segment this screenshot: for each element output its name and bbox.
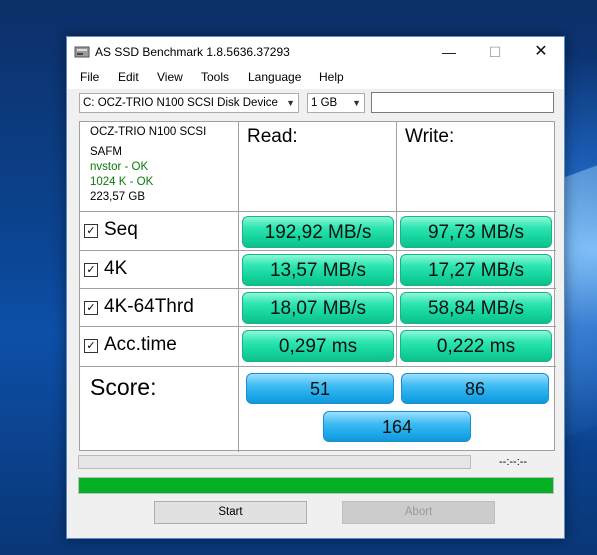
drive-select-value: C: OCZ-TRIO N100 SCSI Disk Device <box>83 97 278 109</box>
menu-file[interactable]: File <box>80 70 99 84</box>
row-acctime-label[interactable]: ✓ Acc.time <box>84 334 177 356</box>
write-header: Write: <box>405 126 455 147</box>
title-bar[interactable]: AS SSD Benchmark 1.8.5636.37293 — ☐ ✕ <box>67 37 564 67</box>
size-select-value: 1 GB <box>311 97 338 109</box>
minimize-button[interactable]: — <box>426 37 472 67</box>
4k64-write-result: 58,84 MB/s <box>400 292 552 324</box>
4k-write-result: 17,27 MB/s <box>400 254 552 286</box>
overall-progress-bar <box>78 477 554 494</box>
chevron-down-icon: ▼ <box>286 98 295 108</box>
seq-read-result: 192,92 MB/s <box>242 216 394 248</box>
maximize-button[interactable]: ☐ <box>472 37 518 67</box>
test-progress-bar <box>78 455 471 469</box>
elapsed-timer: --:--:-- <box>499 456 528 468</box>
menu-view[interactable]: View <box>157 70 183 84</box>
acctime-read-result: 0,297 ms <box>242 330 394 362</box>
checkbox-checked-icon[interactable]: ✓ <box>84 339 98 353</box>
checkbox-checked-icon[interactable]: ✓ <box>84 301 98 315</box>
alignment-status: 1024 K - OK <box>90 176 154 188</box>
4k64-read-result: 18,07 MB/s <box>242 292 394 324</box>
checkbox-checked-icon[interactable]: ✓ <box>84 263 98 277</box>
window-title: AS SSD Benchmark 1.8.5636.37293 <box>95 45 290 59</box>
device-capacity: 223,57 GB <box>90 191 145 203</box>
device-firmware: SAFM <box>90 146 122 158</box>
row-seq-label[interactable]: ✓ Seq <box>84 219 138 241</box>
score-write: 86 <box>401 373 549 404</box>
score-read: 51 <box>246 373 394 404</box>
score-label: Score: <box>90 374 157 400</box>
results-panel: OCZ-TRIO N100 SCSI SAFM nvstor - OK 1024… <box>79 121 556 452</box>
overall-progress-fill <box>79 478 553 493</box>
score-total: 164 <box>323 411 471 442</box>
menu-edit[interactable]: Edit <box>118 70 139 84</box>
menu-help[interactable]: Help <box>319 70 344 84</box>
menu-tools[interactable]: Tools <box>201 70 229 84</box>
device-model: OCZ-TRIO N100 SCSI <box>90 126 207 138</box>
driver-status: nvstor - OK <box>90 161 149 173</box>
4k-read-result: 13,57 MB/s <box>242 254 394 286</box>
close-button[interactable]: ✕ <box>518 37 564 67</box>
size-select[interactable]: 1 GB ▼ <box>307 93 365 113</box>
menu-bar: File Edit View Tools Language Help <box>67 67 564 89</box>
start-button[interactable]: Start <box>154 501 307 524</box>
app-disk-icon <box>74 46 90 58</box>
abort-button[interactable]: Abort <box>342 501 495 524</box>
row-4k-label[interactable]: ✓ 4K <box>84 258 127 280</box>
extra-text-field[interactable] <box>371 92 554 113</box>
drive-select[interactable]: C: OCZ-TRIO N100 SCSI Disk Device ▼ <box>79 93 299 113</box>
seq-write-result: 97,73 MB/s <box>400 216 552 248</box>
chevron-down-icon: ▼ <box>352 98 361 108</box>
menu-language[interactable]: Language <box>248 70 301 84</box>
app-window: AS SSD Benchmark 1.8.5636.37293 — ☐ ✕ Fi… <box>66 36 565 539</box>
checkbox-checked-icon[interactable]: ✓ <box>84 224 98 238</box>
row-4k64-label[interactable]: ✓ 4K-64Thrd <box>84 296 194 318</box>
read-header: Read: <box>247 126 298 147</box>
acctime-write-result: 0,222 ms <box>400 330 552 362</box>
